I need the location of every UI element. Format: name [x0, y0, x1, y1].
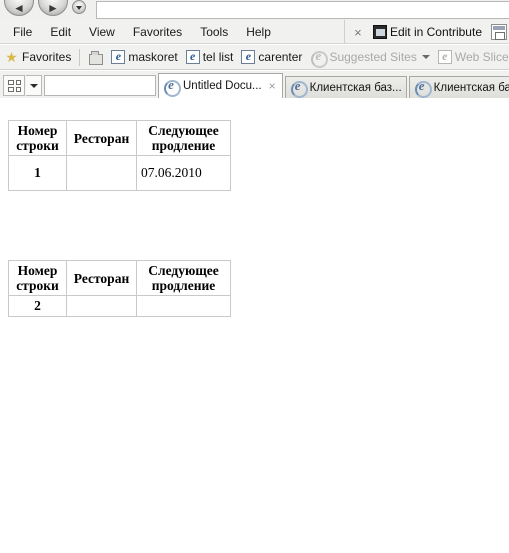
back-button[interactable]: ◄: [4, 0, 34, 16]
tab-klientskaya-baza-2[interactable]: Клиентская баз...: [408, 76, 509, 98]
tab-label: Клиентская баз...: [309, 81, 402, 94]
close-icon[interactable]: ×: [267, 79, 278, 93]
address-bar[interactable]: [96, 1, 509, 19]
menu-item-favorites[interactable]: Favorites: [124, 22, 191, 42]
favorites-label: Favorites: [22, 50, 72, 64]
internet-explorer-icon: [241, 49, 256, 64]
column-header-next-renewal: Следующее продление: [136, 120, 231, 156]
table-body: 1 07.06.2010: [8, 155, 231, 191]
toolbar-separator: [79, 48, 81, 66]
cell-row-number: 1: [8, 155, 67, 191]
edit-in-contribute-button[interactable]: Edit in Contribute: [369, 25, 486, 39]
favorite-link-label: tel list: [202, 50, 234, 64]
table-header-row: Номер строки Ресторан Следующее продлени…: [8, 120, 231, 156]
forward-button[interactable]: ►: [38, 0, 68, 16]
chevron-down-icon: [76, 6, 82, 10]
quick-tabs-button[interactable]: [3, 75, 25, 96]
menu-item-file[interactable]: File: [4, 22, 41, 42]
table-row: 2: [8, 295, 231, 317]
tab-bar-empty-area: [44, 75, 156, 96]
internet-explorer-icon: [185, 49, 200, 64]
column-header-row-number: Номер строки: [8, 120, 67, 156]
suggested-sites-label: Suggested Sites: [329, 50, 417, 64]
internet-explorer-icon: [414, 78, 432, 98]
favorites-bar: ★ Favorites maskoret tel list carenter S…: [0, 45, 509, 70]
internet-explorer-icon: [163, 77, 181, 97]
internet-explorer-icon: [111, 49, 126, 64]
grid-icon: [8, 80, 21, 92]
menu-item-tools[interactable]: Tools: [191, 22, 237, 42]
edit-in-contribute-label: Edit in Contribute: [389, 25, 482, 39]
chevron-down-icon: [421, 55, 430, 59]
browser-window: ◄ ► File Edit View Favorites Tools Help …: [0, 0, 509, 553]
table-header: Номер строки Ресторан Следующее продлени…: [8, 260, 231, 296]
tab-list-dropdown-button[interactable]: [26, 75, 42, 96]
suggested-sites-button[interactable]: Suggested Sites: [306, 48, 433, 68]
column-header-next-renewal: Следующее продление: [136, 260, 231, 296]
table-row: 1 07.06.2010: [8, 155, 231, 191]
menu-items: File Edit View Favorites Tools Help: [4, 20, 280, 44]
folder-icon: [88, 50, 104, 65]
tab-label: Untitled Docu...: [183, 80, 262, 92]
favorite-link-tel-list[interactable]: tel list: [182, 49, 238, 65]
favorite-link-maskoret[interactable]: maskoret: [107, 49, 181, 65]
recent-pages-dropdown-button[interactable]: [72, 0, 86, 14]
favorite-link-carenter[interactable]: carenter: [237, 49, 306, 65]
internet-explorer-icon: [437, 49, 452, 64]
column-header-restaurant: Ресторан: [66, 120, 137, 156]
menu-bar: File Edit View Favorites Tools Help × Ed…: [0, 20, 509, 44]
menu-item-view[interactable]: View: [80, 22, 124, 42]
table-header-row: Номер строки Ресторан Следующее продлени…: [8, 260, 231, 296]
favorite-link-label: carenter: [258, 50, 303, 64]
navigation-toolbar: ◄ ►: [0, 0, 509, 20]
cell-next-renewal: 07.06.2010: [136, 155, 231, 191]
chevron-down-icon: [30, 84, 38, 88]
favorite-link-label: maskoret: [128, 50, 178, 64]
cell-row-number: 2: [8, 295, 67, 317]
tab-bar: Untitled Docu... × Клиентская баз... Кли…: [0, 71, 509, 98]
close-icon[interactable]: ×: [347, 25, 369, 40]
tab-label: Клиентская баз...: [433, 81, 509, 94]
menu-bar-right-tools: × Edit in Contribute: [343, 20, 509, 44]
renewal-table-1: Номер строки Ресторан Следующее продлени…: [8, 120, 231, 191]
table-header: Номер строки Ресторан Следующее продлени…: [8, 120, 231, 156]
contribute-icon: [372, 25, 387, 39]
web-slice-gallery-label: Web Slice Ga: [454, 50, 509, 64]
forward-arrow-icon: ►: [47, 1, 59, 15]
menu-item-edit[interactable]: Edit: [41, 22, 80, 42]
post-to-blog-icon[interactable]: [491, 24, 507, 40]
star-icon: ★: [5, 49, 18, 65]
cell-restaurant: [66, 155, 137, 191]
tab-klientskaya-baza-1[interactable]: Клиентская баз...: [284, 76, 407, 98]
table-body: 2: [8, 295, 231, 317]
cell-next-renewal: [136, 295, 231, 317]
menu-item-help[interactable]: Help: [237, 22, 280, 42]
renewal-table-2: Номер строки Ресторан Следующее продлени…: [8, 260, 231, 317]
tab-untitled-document[interactable]: Untitled Docu... ×: [158, 73, 283, 98]
column-header-row-number: Номер строки: [8, 260, 67, 296]
internet-explorer-icon: [310, 48, 329, 68]
back-arrow-icon: ◄: [13, 1, 25, 15]
cell-restaurant: [66, 295, 137, 317]
column-header-restaurant: Ресторан: [66, 260, 137, 296]
favorites-button[interactable]: ★ Favorites: [0, 49, 75, 65]
web-slice-gallery-button[interactable]: Web Slice Ga: [434, 49, 509, 65]
add-to-favorites-bar-button[interactable]: [84, 50, 107, 65]
internet-explorer-icon: [290, 78, 308, 98]
page-content: Номер строки Ресторан Следующее продлени…: [0, 98, 509, 553]
